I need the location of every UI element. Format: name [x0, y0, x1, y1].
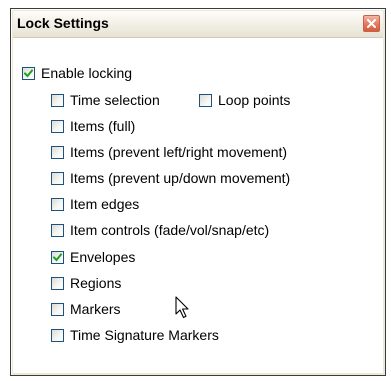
markers-label: Markers [70, 301, 121, 317]
enable-locking-option[interactable]: Enable locking [22, 63, 132, 83]
time-signature-markers-option[interactable]: Time Signature Markers [51, 325, 219, 345]
item-controls-option[interactable]: Item controls (fade/vol/snap/etc) [51, 220, 269, 240]
loop-points-checkbox[interactable] [199, 93, 212, 107]
lock-options-panel: Enable locking Time selection Loop point… [13, 38, 383, 373]
time-selection-checkbox[interactable] [51, 93, 64, 107]
items-full-label: Items (full) [70, 118, 136, 134]
item-edges-option[interactable]: Item edges [51, 194, 139, 214]
envelopes-option[interactable]: Envelopes [51, 247, 135, 267]
item-controls-checkbox[interactable] [51, 223, 64, 237]
markers-option[interactable]: Markers [51, 299, 121, 319]
regions-option[interactable]: Regions [51, 273, 121, 293]
items-prevent-up-down-checkbox[interactable] [51, 171, 64, 185]
items-prevent-up-down-option[interactable]: Items (prevent up/down movement) [51, 168, 290, 188]
markers-checkbox[interactable] [51, 302, 64, 316]
time-selection-option[interactable]: Time selection [51, 90, 160, 110]
item-edges-label: Item edges [70, 196, 140, 212]
mouse-pointer-icon [175, 296, 189, 319]
envelopes-label: Envelopes [70, 249, 136, 265]
check-mark-icon [24, 68, 33, 77]
close-button[interactable] [363, 15, 380, 32]
close-icon [367, 19, 376, 28]
window-title: Lock Settings [17, 15, 109, 31]
items-full-option[interactable]: Items (full) [51, 116, 135, 136]
enable-locking-checkbox[interactable] [22, 66, 35, 80]
items-prevent-up-down-label: Items (prevent up/down movement) [70, 170, 291, 186]
regions-label: Regions [70, 275, 122, 291]
items-full-checkbox[interactable] [51, 119, 64, 133]
items-prevent-left-right-option[interactable]: Items (prevent left/right movement) [51, 142, 287, 162]
time-selection-label: Time selection [70, 92, 160, 108]
loop-points-label: Loop points [218, 92, 291, 108]
lock-settings-window: Lock Settings Enable locking Time select… [10, 8, 386, 376]
loop-points-option[interactable]: Loop points [199, 90, 290, 110]
envelopes-checkbox[interactable] [51, 250, 64, 264]
check-mark-icon [53, 252, 62, 261]
items-prevent-left-right-label: Items (prevent left/right movement) [70, 144, 288, 160]
time-signature-markers-label: Time Signature Markers [70, 327, 219, 343]
enable-locking-label: Enable locking [41, 65, 133, 81]
items-prevent-left-right-checkbox[interactable] [51, 145, 64, 159]
item-controls-label: Item controls (fade/vol/snap/etc) [70, 222, 270, 238]
title-bar[interactable]: Lock Settings [13, 11, 383, 38]
time-signature-markers-checkbox[interactable] [51, 328, 64, 342]
item-edges-checkbox[interactable] [51, 197, 64, 211]
regions-checkbox[interactable] [51, 276, 64, 290]
